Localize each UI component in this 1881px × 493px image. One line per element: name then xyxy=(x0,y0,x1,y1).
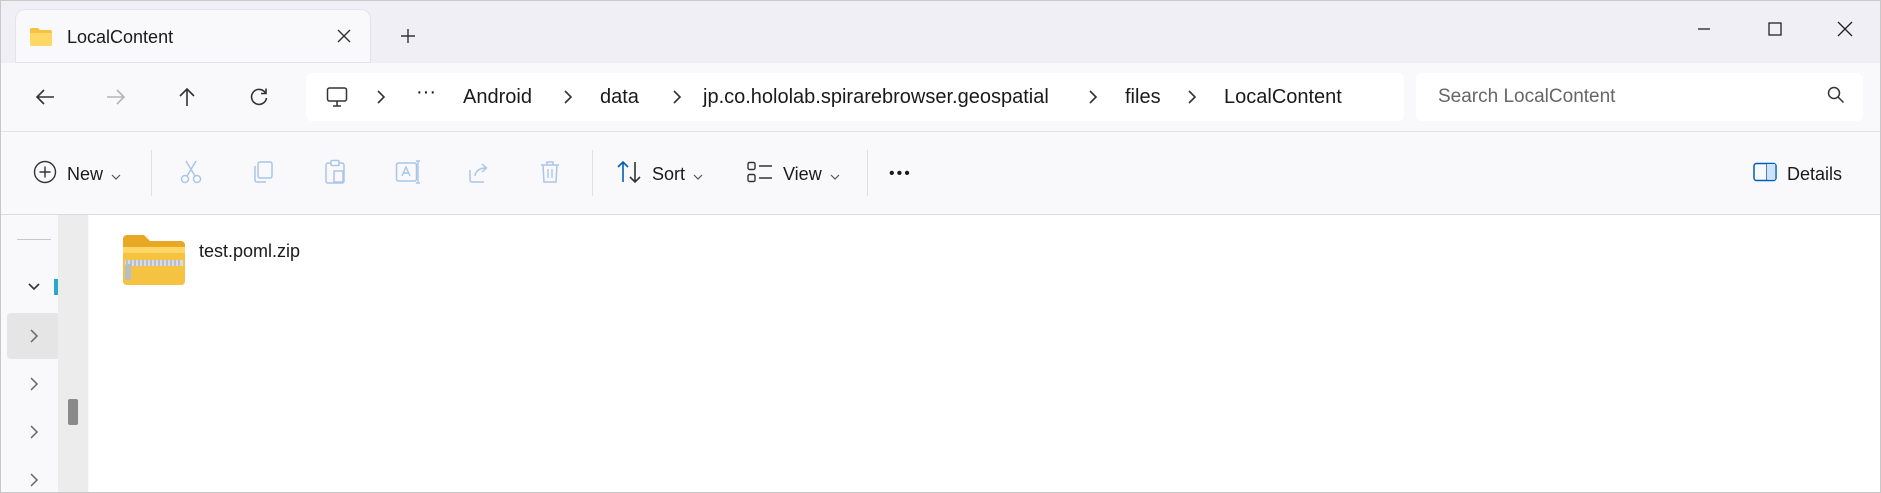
cut-icon xyxy=(179,159,203,190)
tab-localcontent[interactable]: LocalContent xyxy=(15,9,371,63)
chevron-right-icon[interactable] xyxy=(668,87,686,107)
view-button[interactable]: View xyxy=(747,156,840,192)
delete-icon xyxy=(539,160,561,189)
new-label: New xyxy=(67,163,104,184)
search-icon[interactable] xyxy=(1827,86,1845,109)
breadcrumb-data[interactable]: data xyxy=(600,86,639,109)
rename-icon xyxy=(395,159,421,189)
address-row: ··· Android data jp.co.hololab.spirarebr… xyxy=(1,63,1880,132)
close-icon[interactable] xyxy=(331,23,357,49)
divider xyxy=(867,150,868,196)
nav-item[interactable] xyxy=(7,409,61,455)
command-bar: New Sort View ••• Details xyxy=(1,132,1880,215)
more-options-button[interactable]: ••• xyxy=(889,156,912,192)
sort-icon xyxy=(616,160,642,189)
back-button[interactable] xyxy=(25,79,65,115)
view-icon xyxy=(747,161,773,188)
new-tab-button[interactable] xyxy=(393,21,423,51)
divider xyxy=(151,150,152,196)
zip-folder-icon xyxy=(121,233,187,292)
nav-item[interactable] xyxy=(7,361,61,407)
close-window-button[interactable] xyxy=(1817,9,1873,49)
breadcrumb-overflow[interactable]: ··· xyxy=(416,81,436,104)
copy-button[interactable] xyxy=(251,156,275,192)
breadcrumb-android[interactable]: Android xyxy=(463,86,532,109)
rename-button[interactable] xyxy=(395,156,421,192)
nav-item-selected[interactable] xyxy=(7,313,61,359)
view-label: View xyxy=(783,163,822,184)
search-input[interactable] xyxy=(1436,83,1820,111)
file-list xyxy=(89,215,1880,492)
nav-scrollbar-thumb[interactable] xyxy=(68,399,78,425)
divider xyxy=(592,150,593,196)
file-explorer-window: LocalContent ··· Android data jp.co.holo… xyxy=(0,0,1881,493)
plus-circle-icon xyxy=(33,160,57,189)
share-icon xyxy=(467,160,491,189)
new-button[interactable]: New xyxy=(33,156,121,192)
this-pc-icon[interactable] xyxy=(326,86,348,113)
paste-icon xyxy=(323,159,347,190)
details-pane-icon xyxy=(1753,162,1777,187)
details-button[interactable]: Details xyxy=(1753,156,1842,192)
chevron-down-icon xyxy=(693,164,703,185)
copy-icon xyxy=(251,160,275,189)
paste-button[interactable] xyxy=(323,156,347,192)
divider xyxy=(17,239,51,240)
sort-label: Sort xyxy=(652,163,686,184)
tab-title: LocalContent xyxy=(67,27,174,47)
nav-item[interactable] xyxy=(7,457,61,492)
nav-item-expanded[interactable] xyxy=(7,264,61,310)
cut-button[interactable] xyxy=(179,156,203,192)
chevron-down-icon xyxy=(830,164,840,185)
delete-button[interactable] xyxy=(539,156,561,192)
details-label: Details xyxy=(1787,163,1843,184)
chevron-down-icon xyxy=(111,164,121,185)
list-item[interactable]: test.poml.zip xyxy=(121,233,300,293)
breadcrumb-files[interactable]: files xyxy=(1125,86,1161,109)
forward-button[interactable] xyxy=(96,79,136,115)
breadcrumb-localcontent[interactable]: LocalContent xyxy=(1224,86,1342,109)
search-box[interactable] xyxy=(1416,73,1863,121)
minimize-button[interactable] xyxy=(1676,9,1732,49)
title-bar: LocalContent xyxy=(1,1,1880,63)
file-name: test.poml.zip xyxy=(199,241,301,261)
sort-button[interactable]: Sort xyxy=(616,156,703,192)
chevron-right-icon[interactable] xyxy=(1183,87,1201,107)
folder-icon xyxy=(29,27,53,52)
share-button[interactable] xyxy=(467,156,491,192)
refresh-button[interactable] xyxy=(239,79,279,115)
breadcrumb-package[interactable]: jp.co.hololab.spirarebrowser.geospatial xyxy=(703,86,1049,109)
nav-scrollbar-track[interactable] xyxy=(58,215,88,492)
chevron-right-icon[interactable] xyxy=(559,87,577,107)
chevron-right-icon[interactable] xyxy=(1084,87,1102,107)
chevron-right-icon[interactable] xyxy=(372,87,390,107)
up-button[interactable] xyxy=(167,79,207,115)
address-bar[interactable]: ··· Android data jp.co.hololab.spirarebr… xyxy=(306,73,1404,121)
maximize-button[interactable] xyxy=(1747,9,1803,49)
